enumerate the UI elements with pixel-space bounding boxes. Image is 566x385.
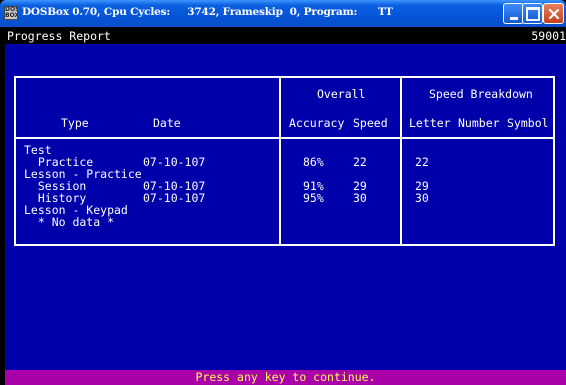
column-header-speed: Speed [353, 116, 388, 130]
report-code: 59001 [531, 29, 566, 43]
row-accuracy: 95% [303, 191, 324, 205]
column-header-letter: Letter [409, 116, 451, 130]
page-title: Progress Report [7, 29, 111, 43]
window-title: DOSBox 0.70, Cpu Cycles: 3742, Frameskip… [22, 6, 393, 18]
row-type: * No data * [24, 215, 115, 229]
progress-table: Overall Speed Breakdown Type Date Accura… [14, 76, 555, 246]
column-header-number: Number [458, 116, 500, 130]
column-header-date: Date [153, 116, 181, 130]
column-header-symbol: Symbol [507, 116, 549, 130]
maximize-icon[interactable] [522, 3, 543, 24]
row-letter: 22 [415, 155, 429, 169]
speed-breakdown-group-header: Speed Breakdown [429, 87, 533, 101]
row-letter: 30 [415, 191, 429, 205]
dos-screen[interactable]: Progress Report 59001 Overall Speed Brea… [5, 27, 566, 385]
continue-prompt[interactable]: Press any key to continue. [5, 370, 566, 385]
dosbox-icon[interactable]: DOS BOX [4, 6, 18, 20]
row-speed: 22 [353, 155, 367, 169]
row-accuracy: 86% [303, 155, 324, 169]
minimize-icon[interactable] [503, 3, 524, 24]
column-header-accuracy: Accuracy [289, 116, 345, 130]
row-date: 07-10-107 [143, 155, 206, 169]
row-date: 07-10-107 [143, 191, 206, 205]
table-divider [279, 78, 281, 244]
close-icon[interactable] [543, 3, 564, 24]
table-header-divider [16, 137, 553, 139]
column-header-type: Type [61, 116, 89, 130]
report-header-bar: Progress Report 59001 [5, 27, 566, 44]
window-titlebar[interactable]: DOS BOX DOSBox 0.70, Cpu Cycles: 3742, F… [0, 0, 566, 27]
row-speed: 30 [353, 191, 367, 205]
overall-group-header: Overall [317, 87, 366, 101]
table-divider [400, 78, 402, 244]
